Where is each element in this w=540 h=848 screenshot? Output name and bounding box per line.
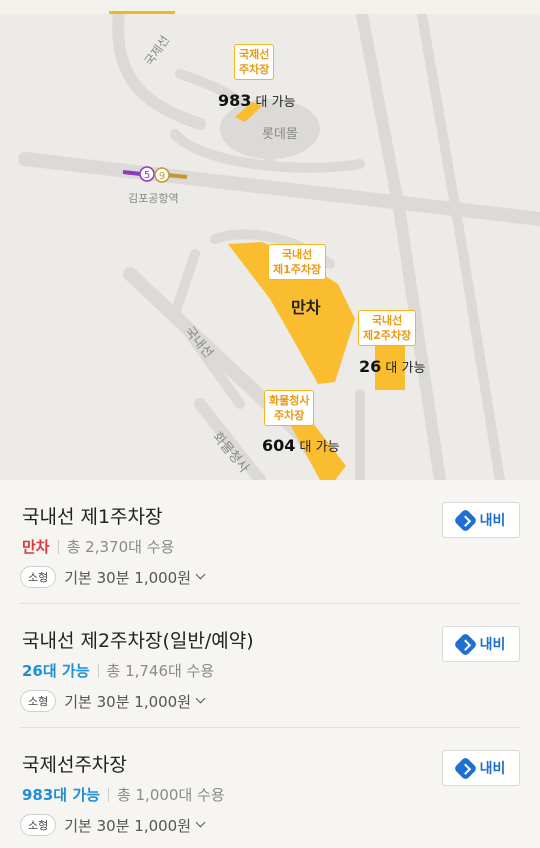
navigate-button[interactable]: 내비 [442, 750, 520, 786]
lot-title: 국제선주차장 [22, 754, 127, 776]
parking-app: 5 9 국제선 롯데몰 김포공항역 국내선 화물청사 국제선 주차장 983 대… [0, 0, 540, 848]
navigate-label: 내비 [479, 637, 506, 653]
tab-bar [0, 0, 540, 14]
status-text: 26대 가능 [22, 662, 90, 680]
dom2-lot-availability: 26 대 가능 [359, 357, 426, 376]
navigation-arrow-icon [453, 507, 478, 533]
navigate-label: 내비 [479, 761, 506, 777]
navigate-button[interactable]: 내비 [442, 502, 520, 538]
dom2-lot-label[interactable]: 국내선 제2주차장 [358, 310, 417, 346]
intl-lot-label[interactable]: 국제선 주차장 [234, 44, 275, 80]
car-size-badge: 소형 [20, 690, 57, 712]
intl-lot-availability: 983 대 가능 [218, 91, 296, 110]
fee-text: 기본 30분 1,000원 [64, 692, 192, 711]
dom1-lot-full: 만차 [291, 298, 321, 317]
cargo-lot-label[interactable]: 화물청사 주차장 [264, 390, 315, 426]
parking-map[interactable]: 5 9 국제선 롯데몰 김포공항역 국내선 화물청사 국제선 주차장 983 대… [0, 14, 540, 480]
separator [107, 787, 109, 802]
list-item[interactable]: 국내선 제1주차장 만차 총 2,370대 수용 소형 기본 30분 1,000… [0, 480, 540, 604]
line5-number: 5 [144, 170, 150, 181]
chevron-down-icon[interactable] [195, 569, 206, 579]
separator [97, 663, 99, 678]
line9-track [166, 173, 188, 179]
status-line: 26대 가능 총 1,746대 수용 [22, 660, 214, 681]
fee-text: 기본 30분 1,000원 [64, 568, 192, 587]
intl-road [112, 14, 206, 130]
car-size-badge: 소형 [20, 566, 57, 588]
capacity-text: 총 1,000대 수용 [116, 786, 225, 804]
navigate-button[interactable]: 내비 [442, 626, 520, 662]
fee-text: 기본 30분 1,000원 [64, 816, 192, 835]
cargo-lot-availability: 604 대 가능 [262, 436, 340, 455]
chevron-down-icon[interactable] [195, 693, 206, 703]
list-item[interactable]: 국내선 제2주차장(일반/예약) 26대 가능 총 1,746대 수용 소형 기… [0, 604, 540, 728]
fee-line[interactable]: 소형 기본 30분 1,000원 [20, 566, 206, 588]
line5-track [122, 170, 142, 176]
navigate-label: 내비 [479, 513, 506, 529]
capacity-text: 총 1,746대 수용 [106, 662, 215, 680]
status-line: 만차 총 2,370대 수용 [22, 536, 174, 557]
status-line: 983대 가능 총 1,000대 수용 [22, 784, 225, 805]
navigation-arrow-icon [453, 755, 478, 781]
chevron-down-icon[interactable] [195, 817, 206, 827]
status-text: 만차 [22, 538, 50, 556]
car-size-badge: 소형 [20, 814, 57, 836]
capacity-text: 총 2,370대 수용 [66, 538, 175, 556]
fee-line[interactable]: 소형 기본 30분 1,000원 [20, 690, 206, 712]
separator [57, 539, 59, 554]
navigation-arrow-icon [453, 631, 478, 657]
fee-line[interactable]: 소형 기본 30분 1,000원 [20, 814, 206, 836]
lotte-mall-label: 롯데몰 [262, 127, 298, 142]
parking-list: 국내선 제1주차장 만차 총 2,370대 수용 소형 기본 30분 1,000… [0, 480, 540, 848]
dom1-lot-label[interactable]: 국내선 제1주차장 [268, 244, 327, 280]
line9-number: 9 [159, 171, 165, 182]
list-item[interactable]: 국제선주차장 983대 가능 총 1,000대 수용 소형 기본 30분 1,0… [0, 728, 540, 848]
station-label: 김포공항역 [128, 192, 179, 205]
lot-title: 국내선 제1주차장 [22, 506, 163, 528]
status-text: 983대 가능 [22, 786, 100, 804]
lot-title: 국내선 제2주차장(일반/예약) [22, 630, 254, 652]
